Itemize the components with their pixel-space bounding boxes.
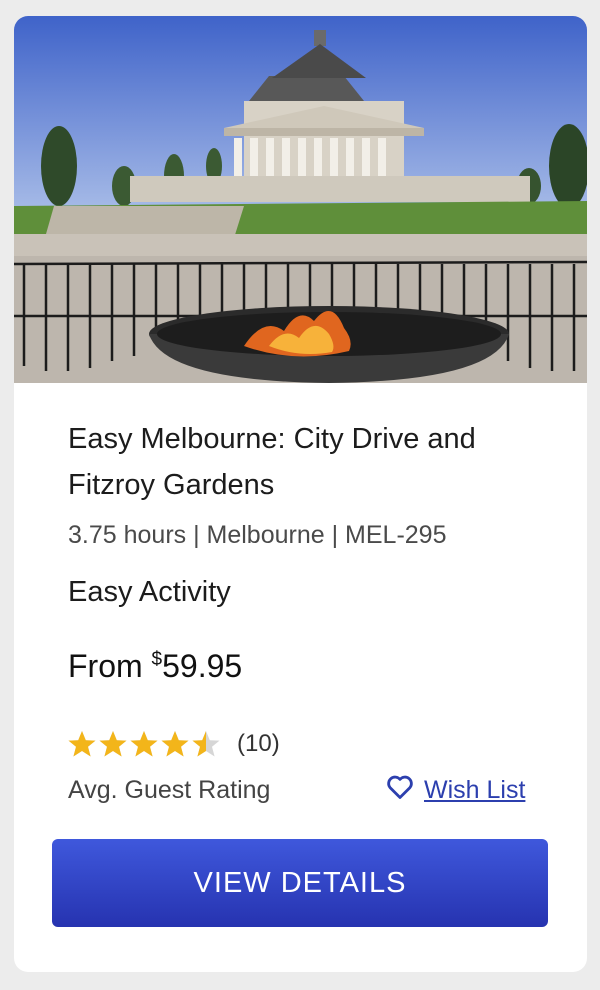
star-icon (68, 731, 96, 757)
currency-symbol: $ (151, 649, 163, 670)
star-icon (130, 731, 158, 757)
star-icon (99, 731, 127, 757)
star-rating (66, 728, 226, 760)
tour-title[interactable]: Easy Melbourne: City Drive and Fitzroy G… (68, 416, 538, 508)
rating-label: Avg. Guest Rating (68, 776, 271, 804)
price-prefix: From (68, 648, 143, 684)
price-amount: 59.95 (162, 648, 243, 684)
star-icon (192, 731, 220, 757)
wish-list-label: Wish List (424, 776, 526, 804)
heart-outline-icon (386, 774, 414, 807)
price: From $59.95 (68, 648, 242, 685)
wish-list-button[interactable]: Wish List (386, 774, 525, 807)
star-icon (161, 731, 189, 757)
activity-level: Easy Activity (68, 576, 231, 608)
view-details-button[interactable]: VIEW DETAILS (52, 839, 548, 927)
tour-photo[interactable] (14, 16, 587, 383)
tour-meta: 3.75 hours | Melbourne | MEL-295 (68, 521, 447, 549)
review-count[interactable]: (10) (237, 730, 280, 758)
tour-card: Easy Melbourne: City Drive and Fitzroy G… (14, 16, 587, 972)
